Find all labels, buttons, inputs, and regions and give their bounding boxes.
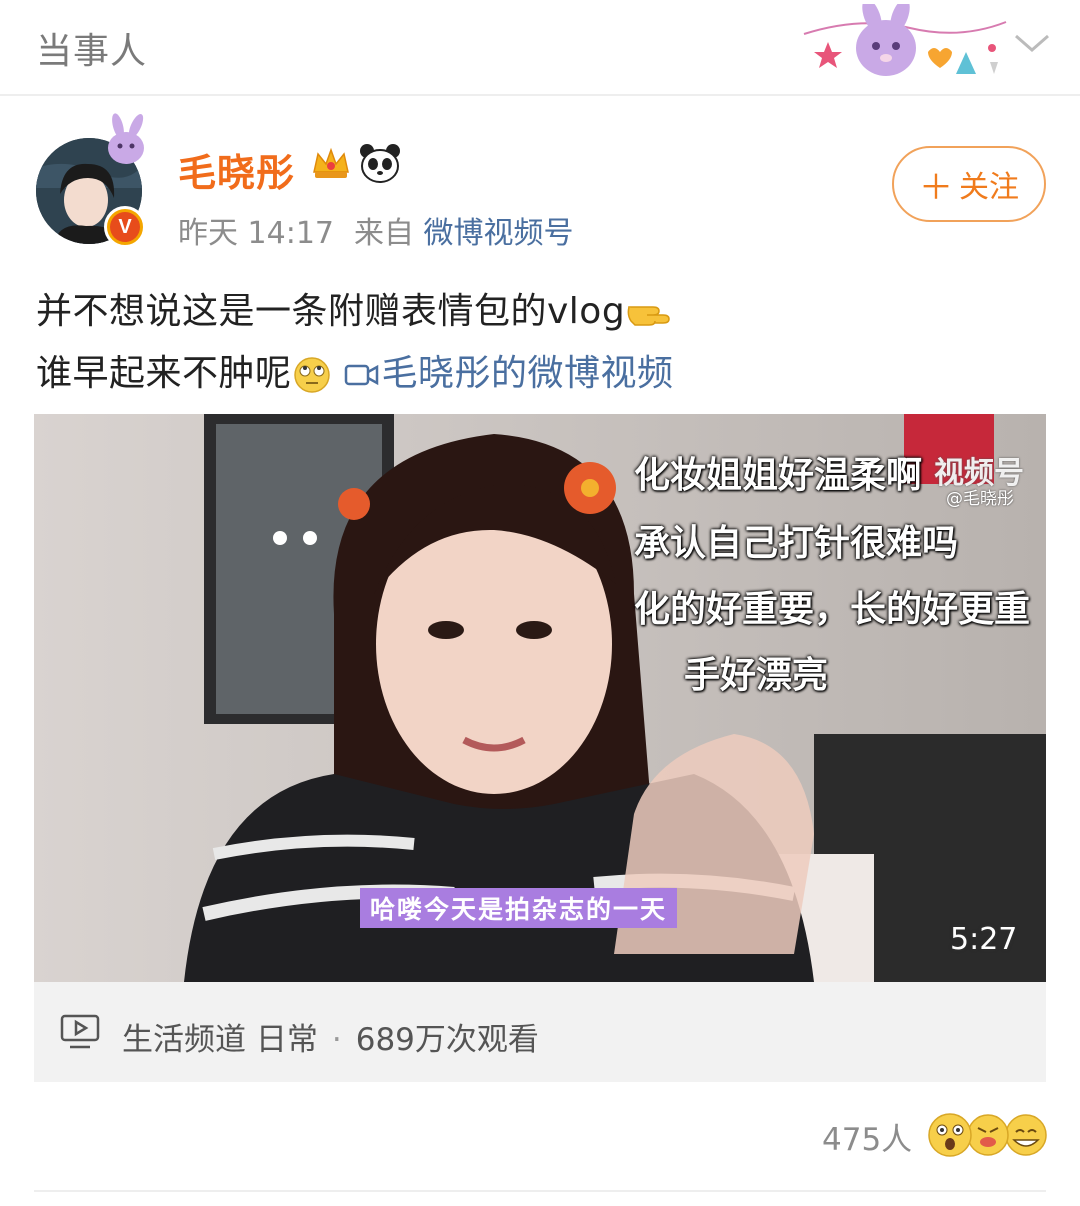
eye-roll-emoji-icon bbox=[293, 357, 330, 393]
video-views: 689万次观看 bbox=[355, 1022, 539, 1058]
reaction-emoji-stack-icon[interactable] bbox=[926, 1110, 1050, 1160]
video-link-icon[interactable] bbox=[344, 360, 380, 390]
author-name[interactable]: 毛晓彤 bbox=[178, 142, 295, 197]
video-watermark-handle: @毛晓彤 bbox=[946, 489, 1014, 509]
video-player[interactable]: 视频号 @毛晓彤 化妆姐姐好温柔啊 承认自己打针很难吗 化的好重要，长的好更重 … bbox=[34, 414, 1046, 982]
post-text-line1-content: 并不想说这是一条附赠表情包的vlog bbox=[36, 291, 626, 332]
post-meta: 昨天 14:17 来自 微博视频号 bbox=[178, 208, 574, 252]
video-info-text: 生活频道 日常 · 689万次观看 bbox=[122, 1014, 539, 1059]
post-text-line2-content: 谁早起来不肿呢 bbox=[36, 353, 292, 394]
header-title: 当事人 bbox=[36, 31, 148, 72]
video-channel: 生活频道 bbox=[122, 1022, 246, 1058]
pointing-hand-icon bbox=[627, 306, 670, 326]
reaction-count[interactable]: 475人 bbox=[822, 1114, 912, 1159]
tv-play-icon bbox=[60, 1014, 100, 1049]
post-text-line2: 谁早起来不肿呢 毛晓彤的微博视频 bbox=[36, 344, 674, 396]
video-category: 日常 bbox=[255, 1022, 318, 1058]
follow-label: 关注 bbox=[959, 170, 1019, 205]
bunny-pendant-icon bbox=[108, 113, 144, 164]
crown-icon[interactable] bbox=[310, 142, 352, 184]
follow-button[interactable]: ＋关注 bbox=[892, 146, 1046, 222]
video-info-bar[interactable]: 生活频道 日常 · 689万次观看 bbox=[34, 982, 1046, 1082]
separator-dot: · bbox=[331, 1022, 342, 1058]
panda-icon[interactable] bbox=[358, 142, 402, 184]
video-subtitle: 哈喽今天是拍杂志的一天 bbox=[360, 888, 678, 928]
verified-badge-label: V bbox=[110, 212, 140, 242]
video-caption-2: 承认自己打针很难吗 bbox=[634, 523, 959, 564]
video-caption-1: 化妆姐姐好温柔啊 bbox=[634, 455, 923, 496]
verified-badge: V bbox=[104, 206, 146, 248]
party-bunny-decoration-icon bbox=[803, 4, 1007, 76]
bottom-divider bbox=[34, 1190, 1046, 1192]
post-source-link[interactable]: 微博视频号 bbox=[424, 216, 574, 251]
post-text-line1: 并不想说这是一条附赠表情包的vlog bbox=[36, 282, 675, 334]
video-duration: 5:27 bbox=[950, 922, 1018, 957]
video-link[interactable]: 毛晓彤的微博视频 bbox=[382, 353, 674, 394]
video-caption-4: 手好漂亮 bbox=[684, 655, 829, 696]
from-label: 来自 bbox=[354, 216, 414, 251]
chevron-down-icon[interactable] bbox=[1012, 28, 1052, 58]
post-time: 昨天 14:17 bbox=[178, 216, 334, 251]
top-header: 当事人 bbox=[0, 0, 1080, 96]
video-caption-3: 化的好重要，长的好更重 bbox=[634, 589, 1031, 630]
plus-icon: ＋ bbox=[919, 167, 953, 208]
